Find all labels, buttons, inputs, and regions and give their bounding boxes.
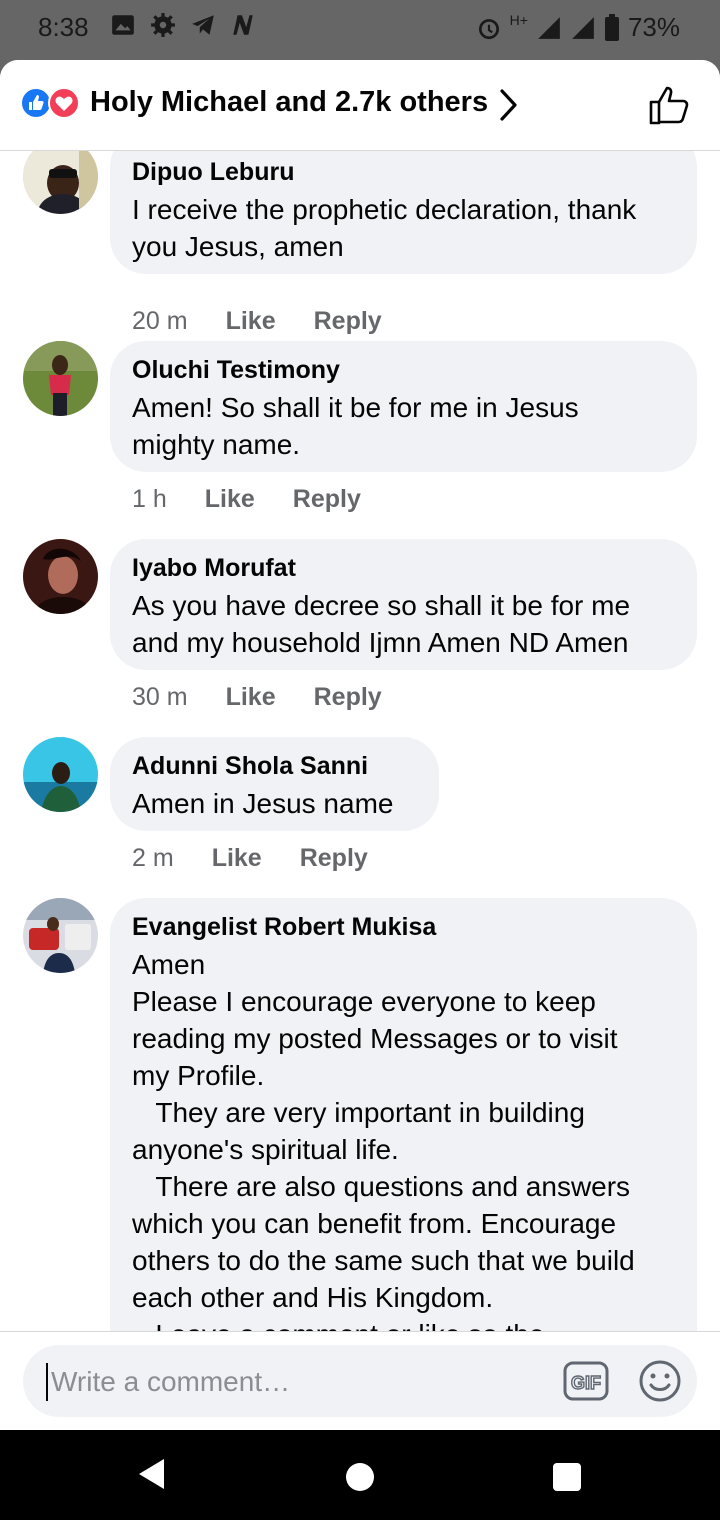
- love-reaction-icon: [48, 87, 80, 119]
- like-outline-icon[interactable]: [648, 84, 692, 126]
- reply-button[interactable]: Reply: [293, 485, 361, 514]
- comment-author[interactable]: Dipuo Leburu: [132, 157, 675, 187]
- comment-time: 2 m: [132, 844, 174, 872]
- comment-text: Amen! So shall it be for me in Jesus mig…: [132, 392, 579, 460]
- comment-actions: 30 m Like Reply: [132, 683, 382, 712]
- signal-icon: [538, 16, 560, 39]
- chevron-right-icon[interactable]: [498, 88, 520, 122]
- status-time: 8:38: [38, 12, 89, 42]
- comment-time: 1 h: [132, 485, 167, 513]
- comment-time: 30 m: [132, 683, 188, 711]
- comment-author[interactable]: Iyabo Morufat: [132, 553, 675, 583]
- composer-field[interactable]: GIF: [23, 1345, 697, 1419]
- gif-label: GIF: [571, 1373, 601, 1393]
- status-bar: 8:38 H+ 73%: [0, 0, 720, 60]
- back-icon[interactable]: [136, 1457, 166, 1491]
- avatar[interactable]: [23, 341, 98, 416]
- comment-bubble[interactable]: Oluchi Testimony Amen! So shall it be fo…: [110, 341, 697, 472]
- comment-author[interactable]: Oluchi Testimony: [132, 355, 675, 385]
- telegram-icon: [192, 15, 214, 35]
- n-app-icon: [233, 15, 253, 35]
- network-type: H+: [509, 11, 528, 28]
- comment-bubble[interactable]: Evangelist Robert Mukisa Amen Please I e…: [110, 898, 697, 1331]
- like-reaction-icon: [20, 87, 52, 119]
- comment-author[interactable]: Evangelist Robert Mukisa: [132, 912, 675, 942]
- comment-actions: 20 m Like Reply: [132, 307, 382, 336]
- gear-icon: [151, 13, 175, 37]
- recents-icon[interactable]: [553, 1463, 581, 1491]
- signal-icon: [572, 16, 594, 39]
- battery-percent: 73%: [627, 12, 680, 42]
- like-button[interactable]: Like: [226, 307, 276, 336]
- comment-text: As you have decree so shall it be for me…: [132, 590, 631, 658]
- alarm-icon: [478, 18, 499, 39]
- comment-bubble[interactable]: Dipuo Leburu I receive the prophetic dec…: [110, 151, 697, 274]
- comment-bubble[interactable]: Iyabo Morufat As you have decree so shal…: [110, 539, 697, 670]
- comment-actions: 2 m Like Reply: [132, 844, 368, 873]
- comment-text: Amen Please I encourage everyone to keep…: [132, 949, 635, 1331]
- text-caret: [46, 1363, 48, 1401]
- comment-actions: 1 h Like Reply: [132, 485, 361, 514]
- status-notification-icons: [110, 12, 256, 38]
- gif-icon[interactable]: GIF: [563, 1361, 609, 1401]
- reply-button[interactable]: Reply: [314, 683, 382, 712]
- comment-time: 20 m: [132, 307, 188, 335]
- home-icon[interactable]: [346, 1463, 374, 1491]
- comment-text: Amen in Jesus name: [132, 788, 394, 819]
- comment-text: I receive the prophetic declaration, tha…: [132, 194, 637, 262]
- comment-input[interactable]: [49, 1345, 553, 1419]
- comment-bubble[interactable]: Adunni Shola Sanni Amen in Jesus name: [110, 737, 439, 831]
- battery-icon: [604, 13, 619, 41]
- like-button[interactable]: Like: [226, 683, 276, 712]
- comment-author[interactable]: Adunni Shola Sanni: [132, 751, 417, 781]
- comment-list[interactable]: Dipuo Leburu I receive the prophetic dec…: [0, 151, 720, 1331]
- status-system-icons: H+ 73%: [476, 12, 680, 43]
- comment-composer: GIF: [0, 1331, 720, 1430]
- like-button[interactable]: Like: [205, 485, 255, 514]
- avatar[interactable]: [23, 737, 98, 812]
- reactions-summary[interactable]: Holy Michael and 2.7k others: [90, 86, 488, 119]
- reactions-header[interactable]: Holy Michael and 2.7k others: [0, 60, 720, 151]
- reaction-icons: [20, 87, 80, 119]
- avatar[interactable]: [23, 539, 98, 614]
- system-nav-bar: [0, 1430, 720, 1520]
- avatar[interactable]: [23, 898, 98, 973]
- comments-sheet: Holy Michael and 2.7k others Dipuo Lebur…: [0, 60, 720, 1430]
- avatar[interactable]: [23, 151, 98, 214]
- image-icon: [112, 15, 134, 35]
- reply-button[interactable]: Reply: [300, 844, 368, 873]
- emoji-icon[interactable]: [638, 1359, 682, 1403]
- like-button[interactable]: Like: [212, 844, 262, 873]
- reply-button[interactable]: Reply: [314, 307, 382, 336]
